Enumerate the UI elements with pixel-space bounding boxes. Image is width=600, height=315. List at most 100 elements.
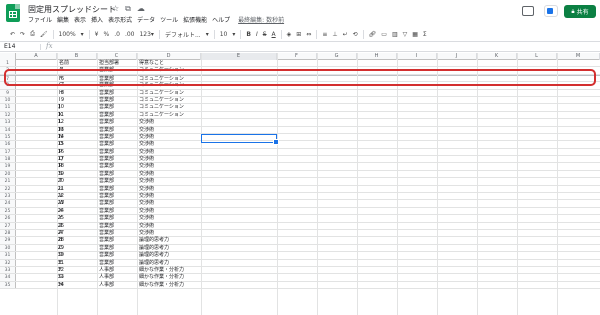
last-edit-link[interactable]: 最終編集: 数秒前 (238, 15, 284, 24)
cloud-status-icon[interactable]: ☁ (137, 4, 145, 14)
cell-b[interactable]: T (57, 178, 97, 184)
cell-b[interactable]: G (57, 274, 97, 280)
filter-icon[interactable]: ▽ (403, 31, 408, 38)
chevron-down-icon[interactable]: ▾ (81, 31, 84, 38)
row-header[interactable]: 14 (0, 126, 16, 133)
cell-d[interactable]: 交渉術 (137, 171, 202, 177)
cell-b[interactable]: P (57, 149, 97, 155)
column-header[interactable]: K (477, 53, 517, 60)
cell-b[interactable]: F (57, 267, 97, 273)
cell-d[interactable]: 論理的思考力 (137, 245, 202, 251)
star-icon[interactable]: ☆ (112, 4, 119, 14)
row-header[interactable]: 9 (0, 89, 16, 96)
cell-b[interactable]: B (57, 237, 97, 243)
row-header[interactable]: 30 (0, 244, 16, 252)
row-header[interactable]: 24 (0, 200, 16, 207)
column-header[interactable]: C (97, 53, 137, 60)
chevron-down-icon[interactable]: ▾ (232, 31, 235, 38)
cell-b[interactable]: M (57, 127, 97, 133)
cell-c[interactable]: 営業部 (97, 97, 137, 103)
cell-b[interactable]: A (57, 230, 97, 236)
cell-c[interactable]: 営業部 (97, 134, 137, 140)
cell-d[interactable]: 交渉術 (137, 141, 202, 147)
vertical-align-icon[interactable]: ⊥ (332, 31, 337, 38)
row-header[interactable]: 21 (0, 178, 16, 185)
cell-d[interactable]: 交渉術 (137, 215, 202, 221)
cell-c[interactable]: 営業部 (97, 215, 137, 221)
cell-d[interactable]: 交渉術 (137, 119, 202, 125)
row-header[interactable]: 31 (0, 252, 16, 259)
menu-data[interactable]: データ (137, 15, 155, 24)
cell-d[interactable]: 細かな作業・分析力 (137, 282, 202, 288)
italic-button[interactable]: I (256, 31, 258, 38)
number-format-select[interactable]: 123▾ (139, 31, 153, 38)
cell-c[interactable]: 営業部 (97, 200, 137, 206)
cell-c[interactable]: 担当部署 (97, 60, 137, 66)
menu-help[interactable]: ヘルプ (212, 15, 230, 24)
cell-c[interactable]: 営業部 (97, 104, 137, 110)
row-header[interactable]: 19 (0, 163, 16, 170)
row-header[interactable]: 34 (0, 274, 16, 281)
cell-c[interactable]: 営業部 (97, 119, 137, 125)
menu-extensions[interactable]: 拡張機能 (183, 15, 207, 24)
cell-c[interactable]: 営業部 (97, 186, 137, 192)
cell-d[interactable]: 交渉術 (137, 186, 202, 192)
cell-b[interactable]: Y (57, 215, 97, 221)
cell-d[interactable]: 交渉術 (137, 149, 202, 155)
menu-view[interactable]: 表示 (74, 15, 86, 24)
row-header[interactable]: 13 (0, 119, 16, 126)
row-header[interactable]: 15 (0, 133, 16, 141)
cell-c[interactable]: 営業部 (97, 156, 137, 162)
row-header[interactable]: 32 (0, 259, 16, 266)
cell-d[interactable]: 論理的思考力 (137, 260, 202, 266)
cell-c[interactable]: 営業部 (97, 171, 137, 177)
row-header[interactable]: 29 (0, 237, 16, 244)
row-header[interactable]: 27 (0, 222, 16, 229)
strikethrough-button[interactable]: S (263, 31, 267, 38)
cell-d[interactable]: コミュニケーション (137, 90, 202, 96)
insert-chart-icon[interactable]: ▥ (392, 31, 398, 38)
cell-b[interactable]: H (57, 282, 97, 288)
row-header[interactable]: 26 (0, 215, 16, 222)
text-rotate-icon[interactable]: ⟲ (353, 31, 358, 38)
cell-b[interactable]: C (57, 245, 97, 251)
column-header[interactable]: G (317, 53, 357, 60)
cell-b[interactable]: O (57, 141, 97, 147)
row-header[interactable]: 35 (0, 281, 16, 289)
column-header[interactable]: M (557, 53, 600, 60)
row-header[interactable]: 17 (0, 148, 16, 156)
redo-icon[interactable]: ↷ (20, 31, 25, 38)
row-header[interactable]: 33 (0, 266, 16, 274)
column-header[interactable]: D (137, 53, 201, 60)
meet-icon[interactable] (544, 5, 558, 17)
select-all-corner[interactable] (0, 53, 16, 60)
column-header[interactable]: B (57, 53, 97, 60)
row-header[interactable]: 16 (0, 141, 16, 148)
document-title[interactable]: 固定用スプレッドシート (28, 4, 116, 15)
sheets-logo-icon[interactable] (6, 4, 20, 22)
cell-d[interactable]: 交渉術 (137, 230, 202, 236)
cell-c[interactable]: 営業部 (97, 260, 137, 266)
cell-b[interactable]: K (57, 112, 97, 118)
cell-c[interactable]: 営業部 (97, 208, 137, 214)
row-header[interactable]: 11 (0, 104, 16, 111)
cell-d[interactable]: 細かな作業・分析力 (137, 267, 202, 273)
cell-b[interactable]: X (57, 208, 97, 214)
bold-button[interactable]: B (246, 31, 251, 38)
row-header[interactable]: 1 (0, 60, 16, 67)
print-icon[interactable]: ⎙ (30, 30, 35, 38)
cell-c[interactable]: 営業部 (97, 252, 137, 258)
fill-color-icon[interactable]: ◈ (287, 31, 292, 38)
cell-c[interactable]: 営業部 (97, 141, 137, 147)
cell-d[interactable]: コミュニケーション (137, 104, 202, 110)
paint-format-icon[interactable]: 🖌︎ (40, 31, 48, 38)
menu-file[interactable]: ファイル (28, 15, 52, 24)
cell-d[interactable]: 交渉術 (137, 156, 202, 162)
borders-icon[interactable]: ⊞ (296, 31, 301, 38)
move-folder-icon[interactable]: ⧉ (125, 4, 131, 14)
row-header[interactable]: 22 (0, 185, 16, 193)
cell-c[interactable]: 営業部 (97, 90, 137, 96)
insert-comment-icon[interactable]: ▭ (381, 31, 387, 38)
row-header[interactable]: 28 (0, 229, 16, 237)
cell-b[interactable]: V (57, 193, 97, 199)
